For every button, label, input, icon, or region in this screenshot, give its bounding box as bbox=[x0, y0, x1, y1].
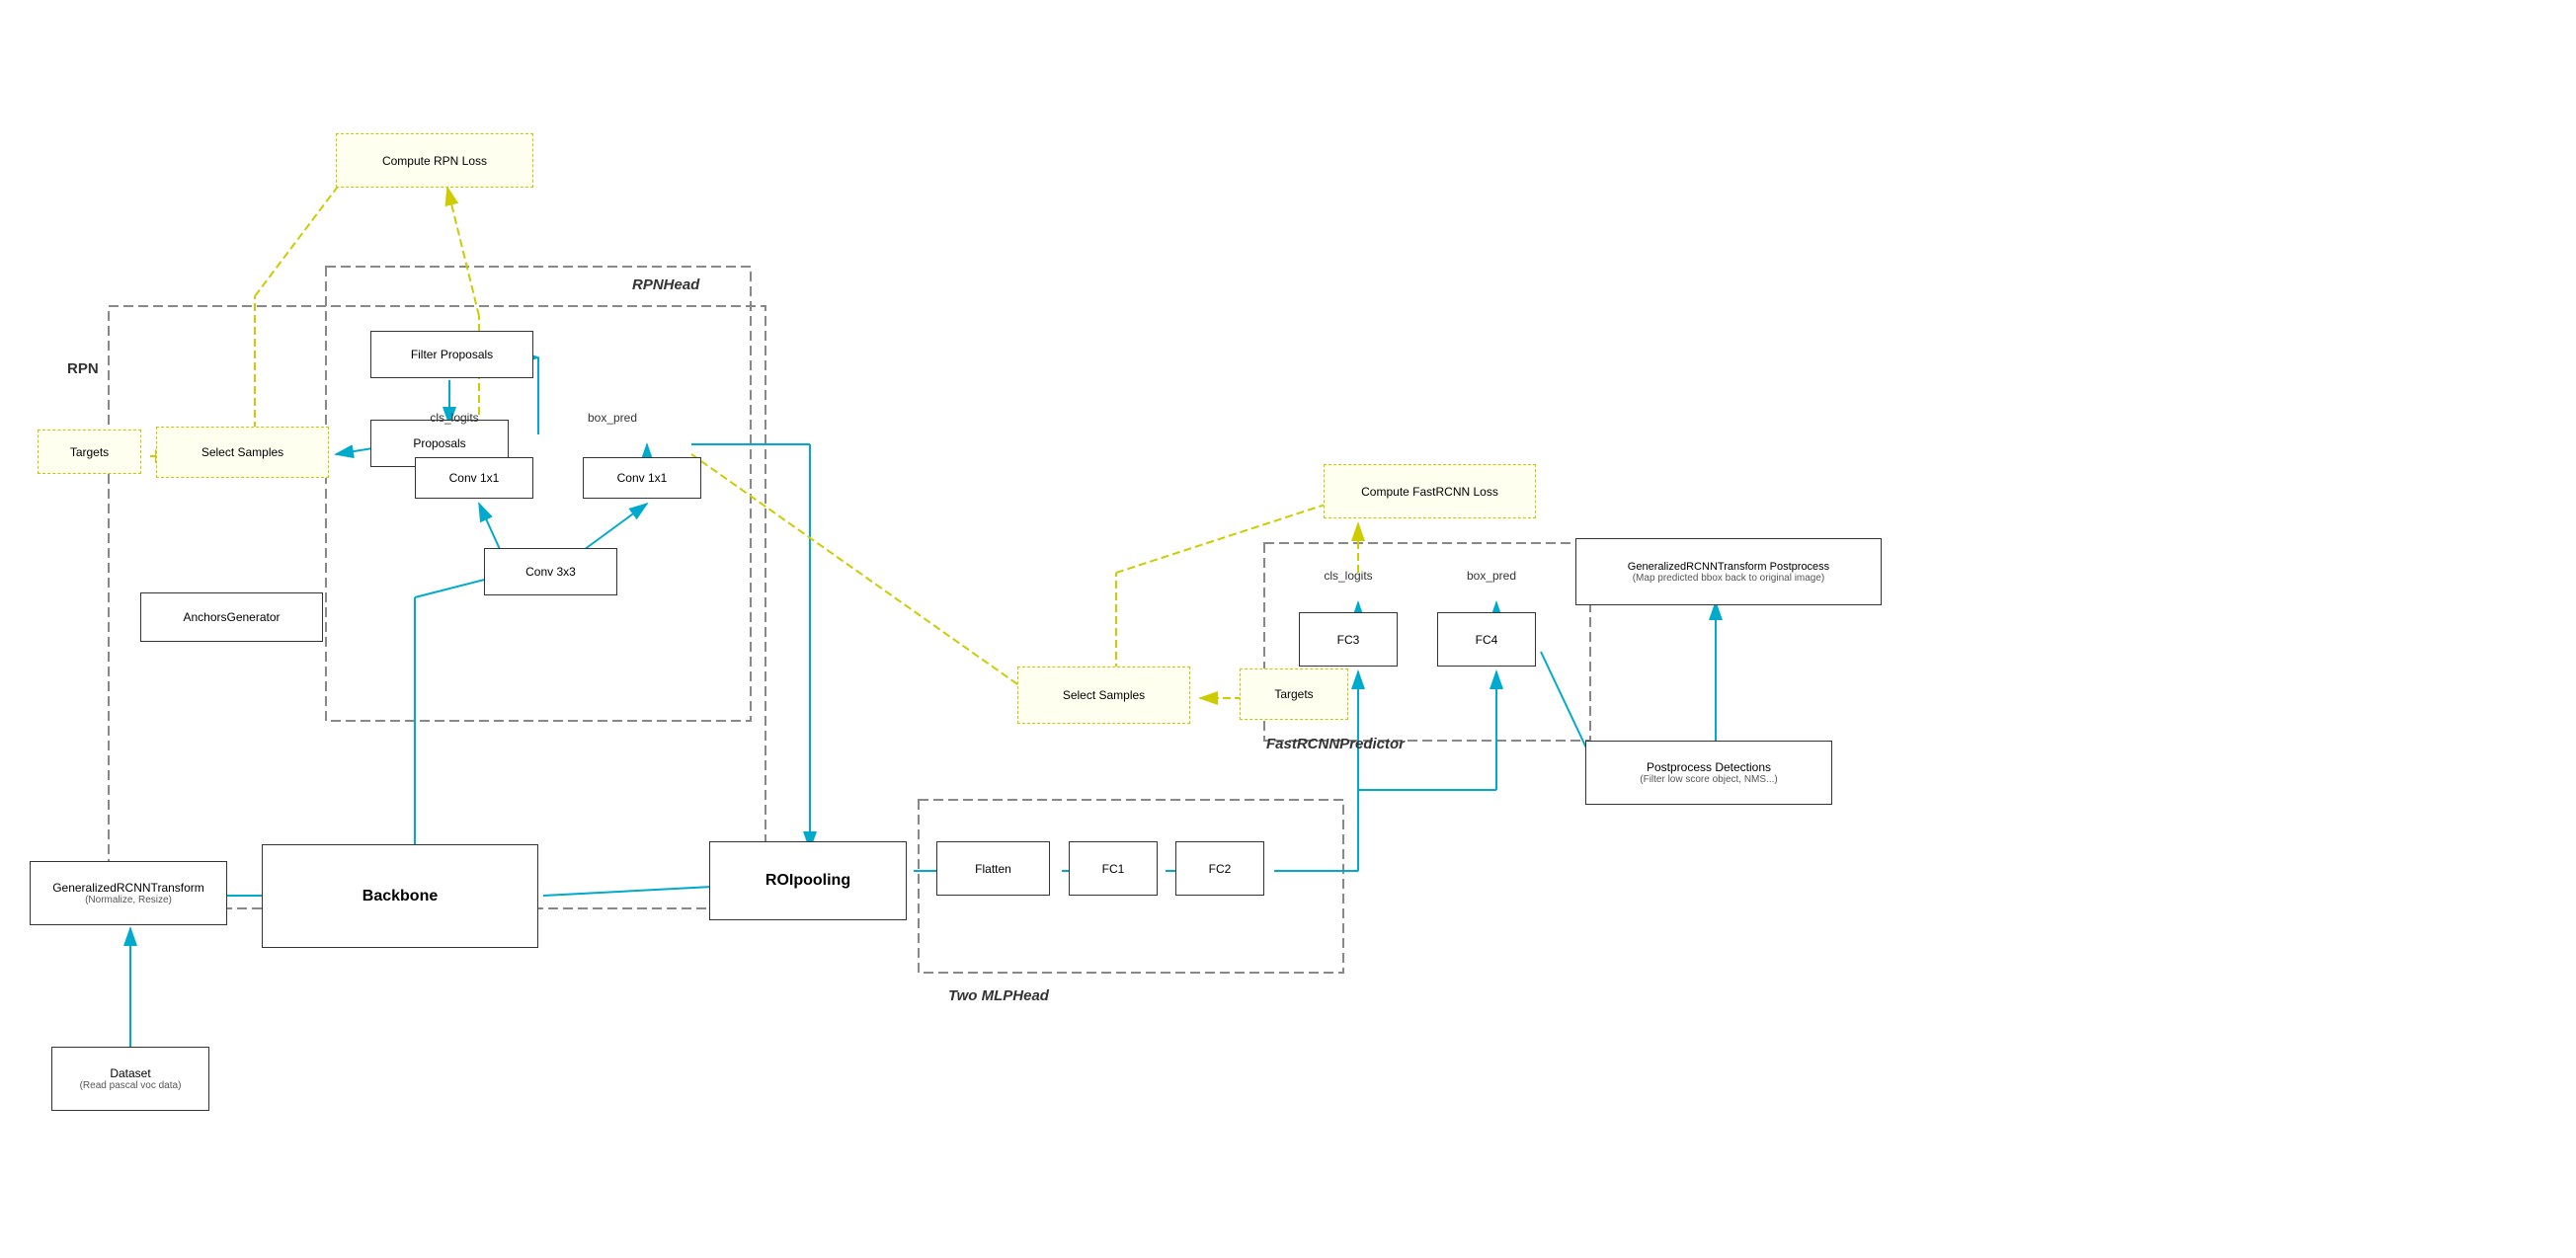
conv3x3-label: Conv 3x3 bbox=[525, 565, 576, 579]
fc1-node: FC1 bbox=[1069, 841, 1158, 896]
cls-logits1-label-node: cls_logits bbox=[400, 405, 509, 430]
generalized-transform-label: GeneralizedRCNNTransform bbox=[52, 881, 204, 895]
targets2-label: Targets bbox=[1274, 687, 1313, 701]
box-pred2-label-node: box_pred bbox=[1437, 563, 1546, 588]
compute-fastrcnn-loss-node: Compute FastRCNN Loss bbox=[1324, 464, 1536, 518]
targets1-node: Targets bbox=[38, 430, 141, 474]
dataset-node: Dataset (Read pascal voc data) bbox=[51, 1047, 209, 1111]
dataset-sub: (Read pascal voc data) bbox=[80, 1080, 182, 1091]
cls-logits1-label: cls_logits bbox=[430, 411, 478, 425]
fc3-label: FC3 bbox=[1337, 633, 1360, 647]
flatten-label: Flatten bbox=[975, 862, 1011, 876]
postprocess-detections-sub: (Filter low score object, NMS...) bbox=[1640, 774, 1777, 785]
conv1x1-cls-label: Conv 1x1 bbox=[449, 471, 500, 485]
roi-pooling-node: ROIpooling bbox=[709, 841, 907, 920]
conv1x1-cls-node: Conv 1x1 bbox=[415, 457, 533, 499]
cls-logits2-label-node: cls_logits bbox=[1294, 563, 1403, 588]
box-pred1-label-node: box_pred bbox=[558, 405, 667, 430]
generalized-transform-post-sub: (Map predicted bbox back to original ima… bbox=[1633, 573, 1825, 584]
select-samples1-node: Select Samples bbox=[156, 427, 329, 478]
twomlp-group-label: Two MLPHead bbox=[948, 987, 1049, 1004]
postprocess-detections-node: Postprocess Detections (Filter low score… bbox=[1585, 741, 1832, 805]
fc4-label: FC4 bbox=[1476, 633, 1498, 647]
fc2-label: FC2 bbox=[1209, 862, 1232, 876]
compute-rpn-loss-node: Compute RPN Loss bbox=[336, 133, 533, 188]
roi-pooling-label: ROIpooling bbox=[765, 872, 850, 890]
conv1x1-box-node: Conv 1x1 bbox=[583, 457, 701, 499]
generalized-transform-post-label: GeneralizedRCNNTransform Postprocess bbox=[1628, 561, 1829, 573]
targets2-node: Targets bbox=[1240, 668, 1348, 720]
select-samples2-label: Select Samples bbox=[1063, 688, 1145, 702]
flatten-node: Flatten bbox=[936, 841, 1050, 896]
generalized-transform-post-node: GeneralizedRCNNTransform Postprocess (Ma… bbox=[1575, 538, 1882, 605]
backbone-node: Backbone bbox=[262, 844, 538, 948]
generalized-transform-sub: (Normalize, Resize) bbox=[85, 895, 172, 905]
fc2-node: FC2 bbox=[1175, 841, 1264, 896]
conv1x1-box-label: Conv 1x1 bbox=[617, 471, 668, 485]
compute-fastrcnn-loss-label: Compute FastRCNN Loss bbox=[1361, 485, 1498, 499]
compute-rpn-loss-label: Compute RPN Loss bbox=[382, 154, 487, 168]
targets1-label: Targets bbox=[70, 445, 109, 459]
fc4-node: FC4 bbox=[1437, 612, 1536, 667]
select-samples1-label: Select Samples bbox=[201, 445, 283, 459]
arrows-svg bbox=[0, 0, 2576, 1258]
filter-proposals-label: Filter Proposals bbox=[411, 348, 493, 361]
fastrcnn-group-label: FastRCNNPredictor bbox=[1266, 736, 1405, 752]
anchors-generator-node: AnchorsGenerator bbox=[140, 592, 323, 642]
conv3x3-node: Conv 3x3 bbox=[484, 548, 617, 595]
cls-logits2-label: cls_logits bbox=[1324, 569, 1372, 583]
generalized-transform-node: GeneralizedRCNNTransform (Normalize, Res… bbox=[30, 861, 227, 925]
diagram: Dataset (Read pascal voc data) Generaliz… bbox=[0, 0, 2576, 1258]
anchors-generator-label: AnchorsGenerator bbox=[183, 610, 280, 624]
box-pred2-label: box_pred bbox=[1467, 569, 1516, 583]
proposals-label: Proposals bbox=[413, 436, 465, 450]
rpn-group-label: RPN bbox=[67, 360, 99, 377]
fc3-node: FC3 bbox=[1299, 612, 1398, 667]
select-samples2-node: Select Samples bbox=[1017, 667, 1190, 724]
dataset-label: Dataset bbox=[110, 1066, 150, 1080]
backbone-label: Backbone bbox=[362, 888, 438, 905]
rpnhead-group-label: RPNHead bbox=[632, 276, 699, 293]
box-pred1-label: box_pred bbox=[588, 411, 637, 425]
fc1-label: FC1 bbox=[1102, 862, 1125, 876]
postprocess-detections-label: Postprocess Detections bbox=[1647, 760, 1771, 774]
filter-proposals-node: Filter Proposals bbox=[370, 331, 533, 378]
